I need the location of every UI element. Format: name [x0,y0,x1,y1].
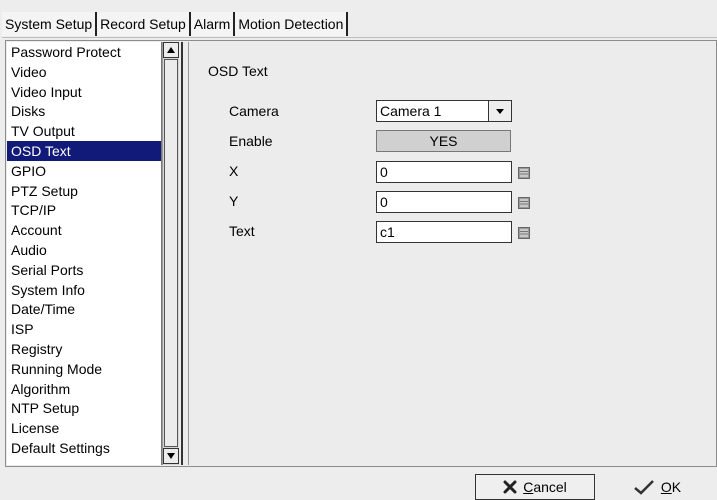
sidebar-item-running-mode[interactable]: Running Mode [7,359,161,379]
cancel-button-label: Cancel [523,479,567,495]
sidebar-item-audio[interactable]: Audio [7,240,161,260]
sidebar-scrollbar[interactable] [162,42,179,465]
tab-alarm[interactable]: Alarm [190,12,236,36]
sidebar-item-license[interactable]: License [7,418,161,438]
sidebar-item-registry[interactable]: Registry [7,339,161,359]
sidebar-item-osd-text[interactable]: OSD Text [7,140,161,161]
sidebar-item-isp[interactable]: ISP [7,319,161,339]
scroll-down-button[interactable] [163,448,179,464]
sidebar-item-serial-ports[interactable]: Serial Ports [7,260,161,280]
sidebar-item-date-time[interactable]: Date/Time [7,299,161,319]
ok-button[interactable]: OK [612,474,702,500]
sidebar-item-ptz-setup[interactable]: PTZ Setup [7,181,161,201]
chevron-down-icon [496,108,504,114]
sidebar-item-disks[interactable]: Disks [7,101,161,121]
scrollbar-thumb[interactable] [164,59,178,447]
tab-system-setup[interactable]: System Setup [2,12,98,36]
settings-category-list: Password Protect Video Video Input Disks… [7,42,162,465]
y-input[interactable]: 0 [376,191,512,213]
tab-motion-detection[interactable]: Motion Detection [235,12,349,36]
y-label: Y [229,193,239,209]
x-input[interactable]: 0 [376,161,512,183]
x-label: X [229,163,239,179]
arrow-up-icon [167,47,175,53]
sidebar-item-ntp-setup[interactable]: NTP Setup [7,398,161,418]
text-input[interactable]: c1 [376,221,512,243]
close-icon [503,480,517,494]
camera-dropdown-button[interactable] [488,100,512,122]
settings-panel: Password Protect Video Video Input Disks… [5,40,717,467]
sidebar-item-video[interactable]: Video [7,62,161,82]
arrow-down-icon [167,453,175,459]
pane-splitter[interactable] [181,42,189,465]
sidebar-item-default-settings[interactable]: Default Settings [7,438,161,458]
camera-label: Camera [229,103,279,119]
camera-select-value[interactable]: Camera 1 [376,100,488,122]
keyboard-icon[interactable] [518,167,530,179]
text-label: Text [229,223,255,239]
page-title: OSD Text [208,63,268,79]
sidebar-item-account[interactable]: Account [7,220,161,240]
sidebar-item-password-protect[interactable]: Password Protect [7,42,161,62]
sidebar-item-system-info[interactable]: System Info [7,280,161,300]
ok-button-label: OK [660,479,682,495]
sidebar-item-algorithm[interactable]: Algorithm [7,379,161,399]
enable-label: Enable [229,133,273,149]
scroll-up-button[interactable] [163,42,179,58]
enable-toggle-button[interactable]: YES [376,130,511,152]
tab-divider [2,37,717,38]
sidebar-item-tcp-ip[interactable]: TCP/IP [7,200,161,220]
sidebar-item-video-input[interactable]: Video Input [7,82,161,102]
tab-bar: System Setup Record Setup Alarm Motion D… [2,12,349,36]
checkmark-icon [634,480,654,495]
camera-select[interactable]: Camera 1 [376,100,512,122]
keyboard-icon[interactable] [518,227,530,239]
cancel-button[interactable]: Cancel [475,474,595,500]
sidebar-item-tv-output[interactable]: TV Output [7,121,161,141]
keyboard-icon[interactable] [518,197,530,209]
sidebar-item-gpio[interactable]: GPIO [7,161,161,181]
tab-record-setup[interactable]: Record Setup [97,12,191,36]
dialog-button-bar: Cancel OK [0,466,717,500]
